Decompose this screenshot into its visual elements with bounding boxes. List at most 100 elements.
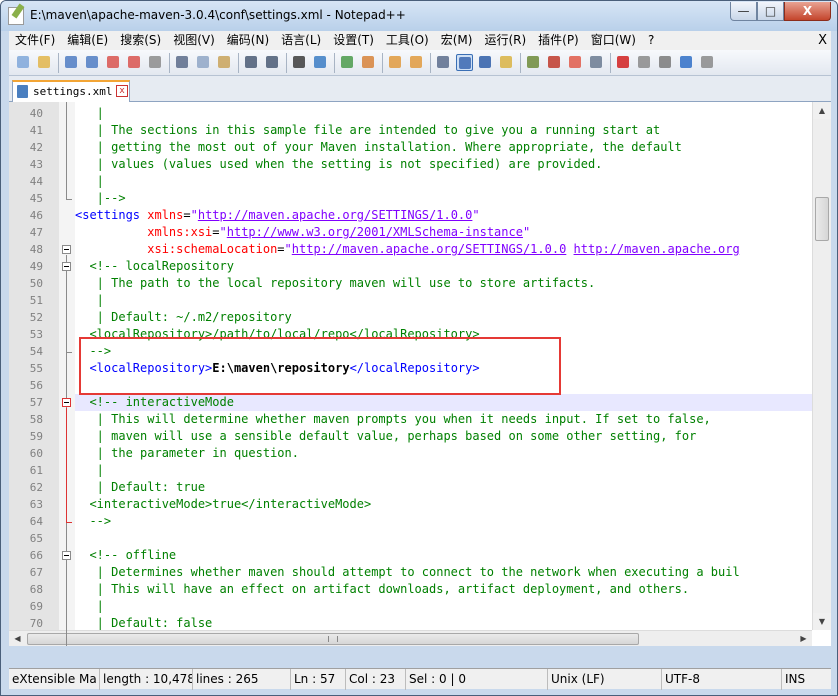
user-lang-icon[interactable] (498, 54, 515, 71)
menu-edit[interactable]: 编辑(E) (61, 31, 114, 50)
menu-macro[interactable]: 宏(M) (435, 31, 479, 50)
save-all-icon[interactable] (84, 54, 101, 71)
code-text: | The path to the local repository maven… (75, 276, 596, 290)
status-lines: lines : 265 (193, 669, 291, 690)
code-line[interactable]: | the parameter in question. (75, 445, 812, 462)
code-line[interactable]: | (75, 598, 812, 615)
menu-help[interactable]: ? (642, 31, 660, 50)
code-line[interactable]: xsi:schemaLocation="http://maven.apache.… (75, 241, 812, 258)
code-line[interactable]: | maven will use a sensible default valu… (75, 428, 812, 445)
save-macro-icon[interactable] (699, 54, 716, 71)
fold-toggle-icon[interactable] (62, 245, 71, 254)
fold-toggle-icon[interactable] (62, 551, 71, 560)
record-macro-icon[interactable] (615, 54, 632, 71)
code-line[interactable]: | getting the most out of your Maven ins… (75, 139, 812, 156)
undo-icon[interactable] (243, 54, 260, 71)
maximize-button[interactable]: □ (757, 2, 784, 21)
open-file-icon[interactable] (36, 54, 53, 71)
replace-icon[interactable] (312, 54, 329, 71)
play-macro-icon[interactable] (657, 54, 674, 71)
editor[interactable]: 40 41 42 43 44 45 46 47 48 49 50 51 52 53 54 55 56 57 58 59… (9, 102, 831, 646)
stop-macro-icon[interactable] (636, 54, 653, 71)
toolbar-separator (238, 53, 239, 73)
status-eol[interactable]: Unix (LF) (548, 669, 662, 690)
code-line[interactable]: | The path to the local repository maven… (75, 275, 812, 292)
scroll-up-icon[interactable]: ▲ (813, 102, 831, 119)
menu-file[interactable]: 文件(F) (9, 31, 61, 50)
close-icon[interactable] (105, 54, 122, 71)
horizontal-scrollbar[interactable]: ◀ ▶ (9, 630, 812, 646)
menu-settings[interactable]: 设置(T) (327, 31, 380, 50)
code-line[interactable]: | Determines whether maven should attemp… (75, 564, 812, 581)
new-file-icon[interactable] (15, 54, 32, 71)
scroll-down-icon[interactable]: ▼ (813, 613, 831, 630)
paste-icon[interactable] (216, 54, 233, 71)
code-line[interactable]: | (75, 292, 812, 309)
code-line[interactable]: | Default: true (75, 479, 812, 496)
code-text: <interactiveMode>true</interactiveMode> (75, 497, 372, 511)
sync-v-icon[interactable] (387, 54, 404, 71)
close-document-button[interactable]: X (818, 31, 827, 50)
sync-h-icon[interactable] (408, 54, 425, 71)
menu-plugins[interactable]: 插件(P) (532, 31, 585, 50)
print-icon[interactable] (147, 54, 164, 71)
code-line[interactable]: | (75, 462, 812, 479)
code-line[interactable]: --> (75, 513, 812, 530)
monitor-icon[interactable] (588, 54, 605, 71)
folder-icon[interactable] (567, 54, 584, 71)
code-line[interactable]: <!-- offline (75, 547, 812, 564)
tab-settings-xml[interactable]: settings.xml x (12, 80, 130, 102)
close-all-icon[interactable] (126, 54, 143, 71)
code-line[interactable]: | The sections in this sample file are i… (75, 122, 812, 139)
line-number: 61 (29, 464, 43, 477)
redo-icon[interactable] (264, 54, 281, 71)
menu-encoding[interactable]: 编码(N) (221, 31, 275, 50)
code-line[interactable]: | values (values used when the setting i… (75, 156, 812, 173)
doc-map-icon[interactable] (525, 54, 542, 71)
menu-view[interactable]: 视图(V) (167, 31, 221, 50)
code-line[interactable]: | Default: ~/.m2/repository (75, 309, 812, 326)
copy-icon[interactable] (195, 54, 212, 71)
vertical-scroll-thumb[interactable] (815, 197, 829, 241)
menu-window[interactable]: 窗口(W) (585, 31, 642, 50)
fold-toggle-icon[interactable] (62, 398, 71, 407)
horizontal-scroll-thumb[interactable] (27, 633, 639, 645)
cut-icon[interactable] (174, 54, 191, 71)
word-wrap-icon[interactable] (435, 54, 452, 71)
code-line[interactable]: <!-- localRepository (75, 258, 812, 275)
code-text: | The sections in this sample file are i… (75, 123, 661, 137)
code-line[interactable]: xmlns:xsi="http://www.w3.org/2001/XMLSch… (75, 224, 812, 241)
zoom-in-icon[interactable] (339, 54, 356, 71)
zoom-out-icon[interactable] (360, 54, 377, 71)
menu-run[interactable]: 运行(R) (478, 31, 532, 50)
status-encoding[interactable]: UTF-8 (662, 669, 782, 690)
code-line[interactable] (75, 530, 812, 547)
find-icon[interactable] (291, 54, 308, 71)
status-insert-mode[interactable]: INS (782, 669, 831, 690)
code-line[interactable]: | This will have an effect on artifact d… (75, 581, 812, 598)
code-line[interactable]: | (75, 173, 812, 190)
menu-tools[interactable]: 工具(O) (380, 31, 435, 50)
code-line[interactable]: <interactiveMode>true</interactiveMode> (75, 496, 812, 513)
scroll-left-icon[interactable]: ◀ (9, 631, 26, 646)
fold-toggle-icon[interactable] (62, 262, 71, 271)
code-line[interactable]: | This will determine whether maven prom… (75, 411, 812, 428)
function-list-icon[interactable] (546, 54, 563, 71)
code-line[interactable]: |--> (75, 190, 812, 207)
indent-guide-icon[interactable] (477, 54, 494, 71)
menu-search[interactable]: 搜索(S) (114, 31, 167, 50)
vertical-scrollbar[interactable]: ▲ ▼ (812, 102, 831, 630)
tab-close-icon[interactable]: x (116, 85, 128, 97)
menu-language[interactable]: 语言(L) (275, 31, 327, 50)
scroll-right-icon[interactable]: ▶ (795, 631, 812, 646)
code-line[interactable]: <settings xmlns="http://maven.apache.org… (75, 207, 812, 224)
title-bar[interactable]: E:\maven\apache-maven-3.0.4\conf\setting… (1, 1, 837, 31)
save-icon[interactable] (63, 54, 80, 71)
show-all-chars-icon[interactable] (456, 54, 473, 71)
run-macro-multi-icon[interactable] (678, 54, 695, 71)
fold-margin[interactable] (59, 102, 75, 646)
code-line[interactable]: | (75, 105, 812, 122)
code-line[interactable]: <!-- interactiveMode (75, 394, 812, 411)
minimize-button[interactable]: — (730, 2, 757, 21)
close-window-button[interactable]: X (784, 2, 831, 21)
